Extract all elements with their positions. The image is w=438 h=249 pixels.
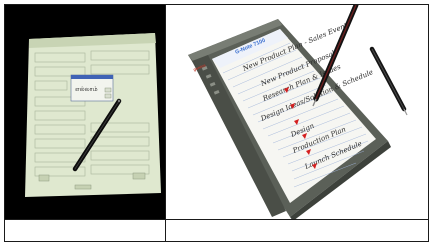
- image-frame: எல்லாம் genius G-Note 7100 New Product P…: [4, 4, 429, 242]
- screen-dialog-text: எல்லாம்: [75, 86, 98, 93]
- tablet-screen-illustration: எல்லாம்: [5, 5, 165, 219]
- caption-rule: [5, 219, 428, 220]
- digital-notepad-illustration: genius G-Note 7100 New Product Plan - Sa…: [166, 5, 428, 219]
- screen-panel: [25, 33, 161, 197]
- digital-notepad-photo: genius G-Note 7100 New Product Plan - Sa…: [166, 5, 428, 219]
- screen-dialog: எல்லாம்: [70, 74, 114, 102]
- tablet-screen-photo: எல்லாம்: [5, 5, 165, 219]
